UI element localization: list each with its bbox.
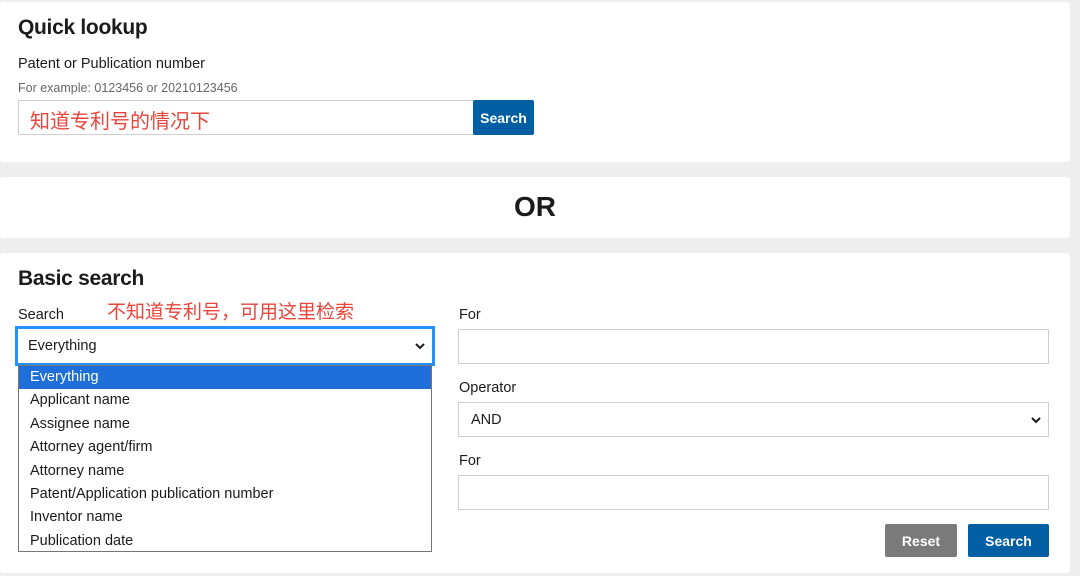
quick-lookup-search-button[interactable]: Search: [473, 100, 534, 135]
chevron-down-icon: [1031, 416, 1041, 423]
basic-search-button[interactable]: Search: [968, 524, 1049, 557]
search-field-select[interactable]: Everything: [15, 326, 435, 366]
dropdown-option-publication-number[interactable]: Patent/Application publication number: [19, 483, 431, 506]
quick-lookup-annotation: 知道专利号的情况下: [30, 109, 210, 133]
operator-select[interactable]: AND: [458, 402, 1049, 437]
quick-lookup-title: Quick lookup: [18, 16, 148, 39]
quick-lookup-section: Quick lookup Patent or Publication numbe…: [0, 2, 1070, 162]
basic-search-annotation: 不知道专利号，可用这里检索: [107, 301, 355, 323]
basic-search-title: Basic search: [18, 267, 144, 290]
operator-select-value: AND: [471, 411, 502, 428]
or-divider: OR: [0, 177, 1070, 238]
search-field-select-value: Everything: [28, 338, 97, 354]
for-label-2: For: [459, 453, 481, 469]
or-divider-text: OR: [514, 191, 556, 222]
for-input-2[interactable]: [458, 475, 1049, 510]
for-input-1[interactable]: [458, 329, 1049, 364]
dropdown-option-assignee-name[interactable]: Assignee name: [19, 413, 431, 436]
dropdown-option-inventor-name[interactable]: Inventor name: [19, 506, 431, 529]
dropdown-option-publication-date[interactable]: Publication date: [19, 530, 431, 553]
for-label-1: For: [459, 307, 481, 323]
search-field-dropdown: Everything Applicant name Assignee name …: [18, 365, 432, 552]
reset-button[interactable]: Reset: [885, 524, 957, 557]
basic-search-section: Basic search Search 不知道专利号，可用这里检索 Everyt…: [0, 253, 1070, 573]
dropdown-option-applicant-name[interactable]: Applicant name: [19, 389, 431, 412]
search-field-label: Search: [18, 307, 64, 323]
dropdown-option-attorney-agent-firm[interactable]: Attorney agent/firm: [19, 436, 431, 459]
chevron-down-icon: [415, 343, 425, 350]
patent-number-label: Patent or Publication number: [18, 56, 205, 72]
patent-number-hint: For example: 0123456 or 20210123456: [18, 81, 238, 95]
operator-label: Operator: [459, 380, 517, 396]
dropdown-option-attorney-name[interactable]: Attorney name: [19, 460, 431, 483]
dropdown-option-everything[interactable]: Everything: [19, 366, 431, 390]
